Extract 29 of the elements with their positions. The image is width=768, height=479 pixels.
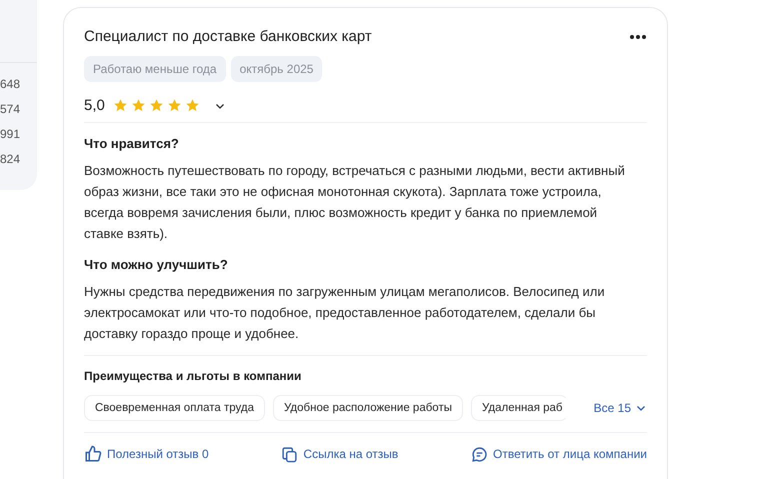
action-link[interactable]: Ответить от лица компании — [471, 445, 647, 463]
count-text: 648 — [0, 76, 22, 93]
copy-icon — [281, 446, 298, 462]
action-link[interactable]: Ссылка на отзыв — [281, 445, 398, 463]
count-text: 991 — [0, 126, 22, 143]
tag: Работаю меньше года — [84, 56, 226, 82]
action-link[interactable]: Полезный отзыв 0 — [84, 445, 209, 463]
review-text: Нужны средства передвижения по загруженным улицам мегаполисов. Велосипед или электросамокат или что-то подобное, предоставленное работодателем, сделали бы доставку гораздо проще и удобнее. — [84, 283, 606, 343]
benefit-chip: Удаленная раб — [470, 395, 568, 421]
section-heading: Что можно улучшить? — [84, 256, 229, 273]
thumbs-up-icon — [84, 445, 102, 463]
star-icon — [148, 98, 164, 113]
star-icon — [130, 98, 146, 113]
tag: октябрь 2025 — [230, 56, 322, 82]
show-all-button[interactable]: Все 15 — [594, 401, 647, 415]
star-icon — [184, 98, 200, 113]
comment-icon — [471, 446, 488, 462]
section-heading: Что нравится? — [84, 135, 180, 152]
review-text: Возможность путешествовать по городу, встречаться с разными людьми, вести активный образ жизни, все таки это не офисная монотонная скукота). Зарплата тоже устроила, всегда вовремя зачисления были, плюс возможность кредит у банка по приемлемой ставке взять). — [84, 162, 626, 243]
benefit-chip: Удобное расположение работы — [273, 395, 463, 421]
benefits-heading: Преимущества и льготы в компании — [84, 369, 302, 383]
review-title: Специалист по доставке банковских карт — [84, 28, 372, 45]
count-text: 574 — [0, 101, 22, 118]
rating-score: 5,0 — [84, 97, 105, 114]
count-text: 824 — [0, 151, 22, 168]
more-icon[interactable] — [629, 34, 647, 40]
benefit-chip: Своевременная оплата труда — [84, 395, 266, 421]
star-icon — [166, 98, 182, 113]
star-icon — [112, 98, 128, 113]
